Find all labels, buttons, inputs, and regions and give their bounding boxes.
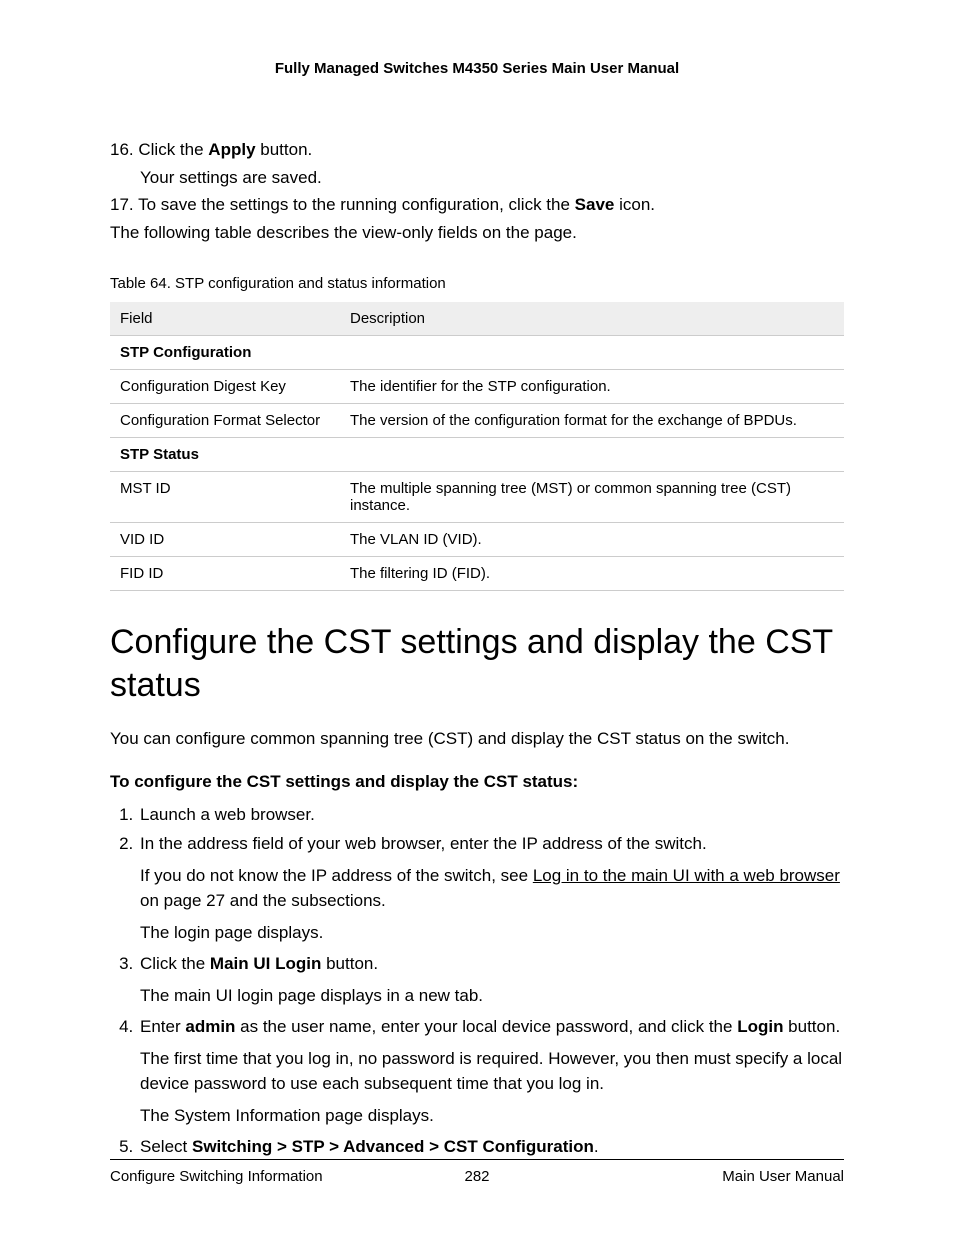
step-5-a: Select bbox=[140, 1137, 192, 1156]
cell-field: STP Configuration bbox=[110, 336, 340, 370]
table-row: STP Status bbox=[110, 438, 844, 472]
following-table-text: The following table describes the view-o… bbox=[110, 220, 844, 246]
table-row: MST IDThe multiple spanning tree (MST) o… bbox=[110, 472, 844, 523]
cell-field: Configuration Digest Key bbox=[110, 370, 340, 404]
continuation-steps: 16. Click the Apply button. Your setting… bbox=[110, 137, 844, 245]
footer-page-number: 282 bbox=[110, 1168, 844, 1185]
main-ui-login-bold: Main UI Login bbox=[210, 954, 321, 973]
cell-field: FID ID bbox=[110, 557, 340, 591]
table-row: Configuration Format SelectorThe version… bbox=[110, 404, 844, 438]
step-17-text-b: icon. bbox=[614, 195, 655, 214]
cell-field: MST ID bbox=[110, 472, 340, 523]
step-16-result: Your settings are saved. bbox=[140, 165, 844, 191]
step-3-result: The main UI login page displays in a new… bbox=[140, 983, 844, 1009]
stp-table: Field Description STP ConfigurationConfi… bbox=[110, 302, 844, 591]
step-3-a: Click the bbox=[140, 954, 210, 973]
login-bold: Login bbox=[737, 1017, 783, 1036]
step-16-text-a: Click the bbox=[138, 140, 208, 159]
cell-field: VID ID bbox=[110, 523, 340, 557]
table-row: VID IDThe VLAN ID (VID). bbox=[110, 523, 844, 557]
cell-field: STP Status bbox=[110, 438, 340, 472]
table-caption: Table 64. STP configuration and status i… bbox=[110, 275, 844, 292]
login-xref-link[interactable]: Log in to the main UI with a web browser bbox=[533, 866, 840, 885]
menu-path-bold: Switching > STP > Advanced > CST Configu… bbox=[192, 1137, 594, 1156]
col-description: Description bbox=[340, 302, 844, 336]
cell-description: The version of the configuration format … bbox=[340, 404, 844, 438]
apply-bold: Apply bbox=[208, 140, 255, 159]
cell-description: The VLAN ID (VID). bbox=[340, 523, 844, 557]
step-2-note-b: on page 27 and the subsections. bbox=[140, 891, 386, 910]
step-17-text-a: To save the settings to the running conf… bbox=[138, 195, 575, 214]
step-5: Select Switching > STP > Advanced > CST … bbox=[138, 1134, 844, 1160]
cell-description: The filtering ID (FID). bbox=[340, 557, 844, 591]
cell-description: The identifier for the STP configuration… bbox=[340, 370, 844, 404]
step-4-a: Enter bbox=[140, 1017, 185, 1036]
step-2-result: The login page displays. bbox=[140, 920, 844, 946]
procedure-steps: Launch a web browser. In the address fie… bbox=[110, 802, 844, 1160]
step-3: Click the Main UI Login button. The main… bbox=[138, 951, 844, 1008]
cell-description bbox=[340, 336, 844, 370]
section-heading: Configure the CST settings and display t… bbox=[110, 621, 844, 706]
cell-description: The multiple spanning tree (MST) or comm… bbox=[340, 472, 844, 523]
col-field: Field bbox=[110, 302, 340, 336]
page-footer: Configure Switching Information 282 Main… bbox=[110, 1159, 844, 1185]
step-4-b: as the user name, enter your local devic… bbox=[235, 1017, 737, 1036]
step-5-b: . bbox=[594, 1137, 599, 1156]
step-2: In the address field of your web browser… bbox=[138, 831, 844, 945]
step-17-number: 17. bbox=[110, 195, 134, 214]
save-bold: Save bbox=[575, 195, 615, 214]
section-intro: You can configure common spanning tree (… bbox=[110, 726, 844, 752]
step-2-note-a: If you do not know the IP address of the… bbox=[140, 866, 533, 885]
page-header-title: Fully Managed Switches M4350 Series Main… bbox=[110, 60, 844, 77]
step-4-note-2: The System Information page displays. bbox=[140, 1103, 844, 1129]
cell-description bbox=[340, 438, 844, 472]
cell-field: Configuration Format Selector bbox=[110, 404, 340, 438]
step-4: Enter admin as the user name, enter your… bbox=[138, 1014, 844, 1128]
step-16-number: 16. bbox=[110, 140, 134, 159]
table-row: FID IDThe filtering ID (FID). bbox=[110, 557, 844, 591]
table-row: STP Configuration bbox=[110, 336, 844, 370]
step-4-note-1: The first time that you log in, no passw… bbox=[140, 1046, 844, 1097]
step-16-text-b: button. bbox=[256, 140, 313, 159]
procedure-heading: To configure the CST settings and displa… bbox=[110, 772, 844, 792]
table-row: Configuration Digest KeyThe identifier f… bbox=[110, 370, 844, 404]
step-2-text: In the address field of your web browser… bbox=[140, 834, 707, 853]
admin-bold: admin bbox=[185, 1017, 235, 1036]
step-3-b: button. bbox=[321, 954, 378, 973]
step-1: Launch a web browser. bbox=[138, 802, 844, 828]
step-4-c: button. bbox=[783, 1017, 840, 1036]
